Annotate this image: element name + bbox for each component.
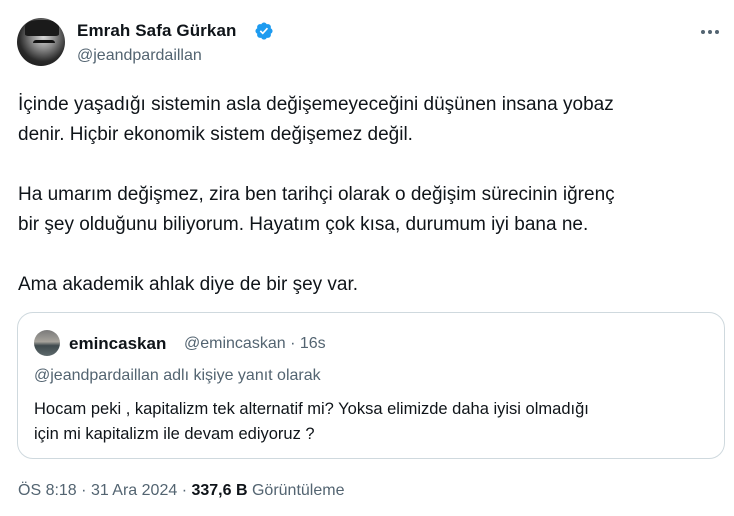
tweet-text: İçinde yaşadığı sistemin asla değişemeye… (18, 90, 718, 300)
author-avatar[interactable] (17, 18, 65, 66)
footer-separator: · (181, 482, 188, 499)
author-handle[interactable]: @jeandpardaillan (77, 47, 202, 65)
more-horizontal-icon (701, 30, 719, 34)
views-count[interactable]: 337,6 B (191, 482, 247, 499)
quoted-author-handle[interactable]: @emincaskan (184, 335, 286, 352)
quoted-line: için mi kapitalizm ile devam ediyoruz ? (34, 425, 315, 443)
tweet-line: Ha umarım değişmez, zira ben tarihçi ola… (18, 184, 615, 205)
quoted-author-meta: @emincaskan · 16s (184, 335, 326, 353)
tweet-footer: ÖS 8:18 · 31 Ara 2024 · 337,6 B Görüntül… (18, 482, 344, 500)
views-label: Görüntüleme (251, 482, 345, 499)
tweet-date[interactable]: 31 Ara 2024 (91, 482, 177, 499)
tweet-line: denir. Hiçbir ekonomik sistem değişemez … (18, 124, 413, 145)
quoted-author-name[interactable]: emincaskan (69, 334, 166, 354)
tweet-line: İçinde yaşadığı sistemin asla değişemeye… (18, 94, 614, 115)
tweet-card: Emrah Safa Gürkan @jeandpardaillan İçind… (0, 0, 734, 516)
quoted-line: Hocam peki , kapitalizm tek alternatif m… (34, 400, 589, 418)
footer-separator: · (81, 482, 87, 499)
quoted-tweet[interactable]: emincaskan @emincaskan · 16s @jeandparda… (17, 312, 725, 459)
tweet-time[interactable]: ÖS 8:18 (18, 482, 77, 499)
quoted-author-avatar[interactable] (34, 330, 60, 356)
tweet-line: bir şey olduğunu biliyorum. Hayatım çok … (18, 214, 589, 235)
more-options-button[interactable] (697, 20, 723, 44)
meta-separator: · (290, 335, 296, 352)
verified-badge-icon (255, 22, 273, 40)
quoted-text: Hocam peki , kapitalizm tek alternatif m… (34, 397, 714, 447)
tweet-line: Ama akademik ahlak diye de bir şey var. (18, 274, 359, 295)
quoted-reply-context: @jeandpardaillan adlı kişiye yanıt olara… (34, 367, 321, 384)
quoted-time[interactable]: 16s (300, 335, 326, 352)
author-name[interactable]: Emrah Safa Gürkan (77, 21, 236, 41)
